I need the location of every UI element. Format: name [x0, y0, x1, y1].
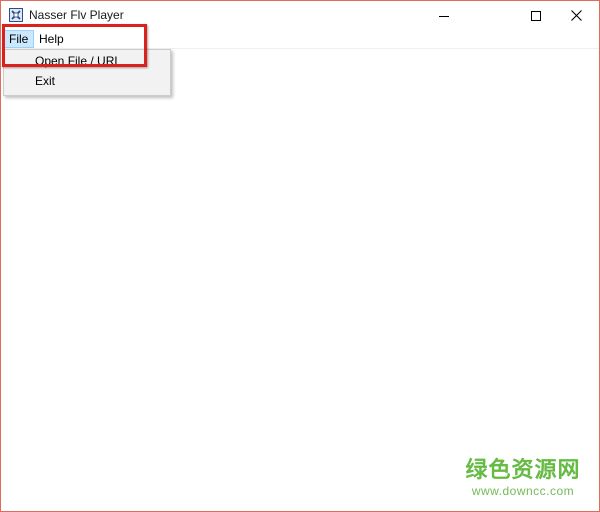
title-bar[interactable]: Nasser Flv Player: [1, 1, 599, 30]
file-dropdown-menu: Open File / URL Exit: [3, 49, 171, 96]
window-title: Nasser Flv Player: [29, 8, 124, 22]
watermark-url: www.downcc.com: [471, 484, 575, 498]
close-icon: [570, 10, 582, 21]
menu-bar: File Help: [1, 30, 599, 49]
menu-item-exit[interactable]: Exit: [4, 71, 170, 91]
watermark: 绿色资源网 www.downcc.com: [463, 458, 583, 498]
minimize-button[interactable]: [421, 1, 467, 30]
app-icon: [9, 8, 23, 22]
menu-item-open-file-url[interactable]: Open File / URL: [4, 51, 170, 71]
close-button[interactable]: [553, 1, 599, 30]
minimize-icon: [439, 11, 449, 21]
menu-file[interactable]: File: [3, 30, 34, 48]
app-window: Nasser Flv Player File Help Open File / …: [0, 0, 600, 512]
maximize-icon: [531, 10, 541, 21]
watermark-text: 绿色资源网: [465, 458, 581, 483]
menu-help[interactable]: Help: [34, 30, 69, 48]
